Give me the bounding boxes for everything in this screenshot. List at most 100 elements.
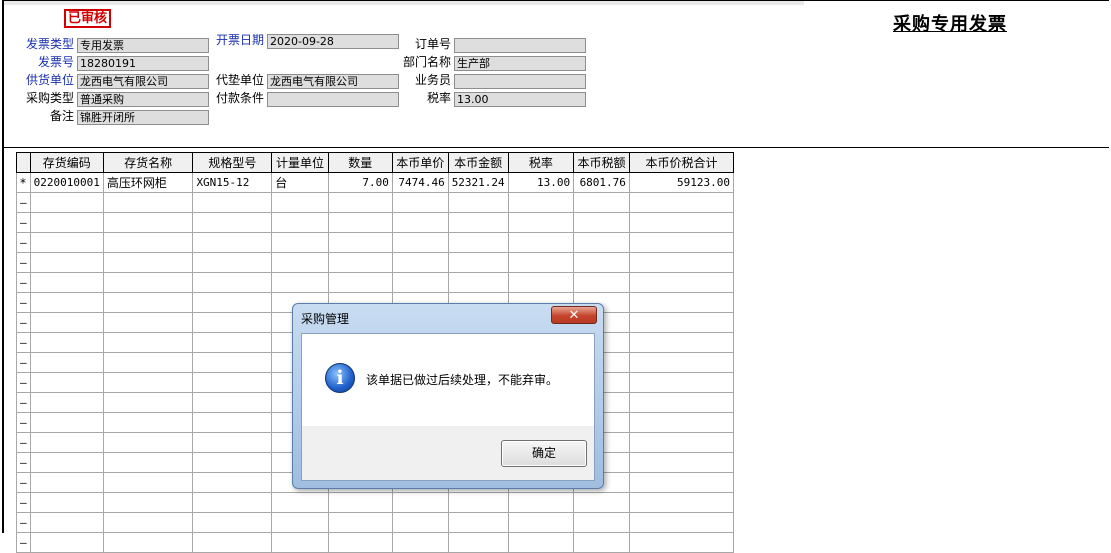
- empty-cell[interactable]: [102, 212, 194, 233]
- empty-cell[interactable]: [192, 412, 273, 433]
- empty-cell[interactable]: [507, 212, 575, 233]
- cell-unit[interactable]: 台: [271, 172, 329, 193]
- empty-cell[interactable]: [102, 232, 194, 253]
- empty-cell[interactable]: [192, 452, 273, 473]
- row-selector-cell[interactable]: —: [16, 492, 31, 513]
- empty-cell[interactable]: [447, 532, 509, 553]
- empty-cell[interactable]: [391, 492, 449, 513]
- empty-cell[interactable]: [192, 492, 273, 513]
- empty-cell[interactable]: [102, 352, 194, 373]
- empty-cell[interactable]: [507, 232, 575, 253]
- empty-cell[interactable]: [447, 212, 509, 233]
- row-selector-cell[interactable]: —: [16, 212, 31, 233]
- empty-cell[interactable]: [102, 532, 194, 553]
- empty-cell[interactable]: [327, 492, 393, 513]
- empty-cell[interactable]: [29, 512, 104, 533]
- grid-header-col[interactable]: 本币金额: [447, 152, 509, 173]
- empty-cell[interactable]: [29, 352, 104, 373]
- empty-cell[interactable]: [507, 492, 575, 513]
- empty-cell[interactable]: [29, 452, 104, 473]
- empty-cell[interactable]: [29, 372, 104, 393]
- empty-cell[interactable]: [102, 472, 194, 493]
- empty-cell[interactable]: [29, 412, 104, 433]
- grid-header-col[interactable]: 本币单价: [391, 152, 449, 173]
- grid-header-col[interactable]: 规格型号: [192, 152, 273, 173]
- empty-cell[interactable]: [102, 452, 194, 473]
- empty-cell[interactable]: [29, 472, 104, 493]
- row-selector-cell[interactable]: —: [16, 272, 31, 293]
- empty-cell[interactable]: [29, 252, 104, 273]
- empty-cell[interactable]: [192, 432, 273, 453]
- empty-cell[interactable]: [192, 212, 273, 233]
- empty-cell[interactable]: [573, 192, 630, 213]
- empty-cell[interactable]: [628, 292, 735, 313]
- grid-header-col[interactable]: 存货编码: [29, 152, 104, 173]
- empty-cell[interactable]: [102, 412, 194, 433]
- empty-cell[interactable]: [29, 492, 104, 513]
- empty-cell[interactable]: [628, 532, 735, 553]
- row-selector-cell[interactable]: —: [16, 312, 31, 333]
- row-selector-cell[interactable]: —: [16, 252, 31, 273]
- remark-field[interactable]: 锦胜开闭所: [77, 110, 209, 125]
- empty-cell[interactable]: [102, 312, 194, 333]
- ok-button[interactable]: 确定: [501, 440, 587, 467]
- empty-cell[interactable]: [391, 212, 449, 233]
- empty-cell[interactable]: [192, 312, 273, 333]
- empty-cell[interactable]: [271, 272, 329, 293]
- empty-cell[interactable]: [102, 372, 194, 393]
- row-selector-cell[interactable]: —: [16, 392, 31, 413]
- empty-cell[interactable]: [507, 532, 575, 553]
- row-selector-cell[interactable]: —: [16, 532, 31, 553]
- empty-cell[interactable]: [447, 232, 509, 253]
- purchase-type-field[interactable]: 普通采购: [77, 92, 209, 107]
- empty-cell[interactable]: [102, 512, 194, 533]
- order-no-field[interactable]: [454, 38, 586, 53]
- empty-cell[interactable]: [628, 472, 735, 493]
- advance-unit-field[interactable]: 龙西电气有限公司: [267, 74, 399, 89]
- empty-cell[interactable]: [192, 232, 273, 253]
- empty-cell[interactable]: [391, 512, 449, 533]
- empty-cell[interactable]: [29, 432, 104, 453]
- empty-cell[interactable]: [327, 512, 393, 533]
- row-selector-cell[interactable]: —: [16, 472, 31, 493]
- empty-cell[interactable]: [573, 212, 630, 233]
- empty-cell[interactable]: [192, 512, 273, 533]
- department-field[interactable]: 生产部: [454, 56, 586, 71]
- row-selector-cell[interactable]: —: [16, 332, 31, 353]
- tax-rate-field[interactable]: 13.00: [454, 92, 586, 107]
- empty-table-row[interactable]: —: [16, 212, 735, 233]
- empty-table-row[interactable]: —: [16, 232, 735, 253]
- empty-cell[interactable]: [192, 392, 273, 413]
- empty-cell[interactable]: [271, 232, 329, 253]
- empty-cell[interactable]: [391, 272, 449, 293]
- empty-cell[interactable]: [628, 372, 735, 393]
- empty-cell[interactable]: [192, 292, 273, 313]
- empty-cell[interactable]: [29, 232, 104, 253]
- empty-cell[interactable]: [192, 332, 273, 353]
- empty-cell[interactable]: [29, 192, 104, 213]
- empty-cell[interactable]: [29, 332, 104, 353]
- empty-cell[interactable]: [628, 512, 735, 533]
- empty-cell[interactable]: [271, 532, 329, 553]
- empty-cell[interactable]: [507, 512, 575, 533]
- empty-cell[interactable]: [573, 532, 630, 553]
- row-selector-cell[interactable]: —: [16, 232, 31, 253]
- grid-header-col[interactable]: 税率: [507, 152, 575, 173]
- empty-cell[interactable]: [447, 512, 509, 533]
- empty-table-row[interactable]: —: [16, 252, 735, 273]
- empty-cell[interactable]: [102, 392, 194, 413]
- row-selector-cell[interactable]: —: [16, 292, 31, 313]
- payment-terms-field[interactable]: [267, 92, 399, 107]
- empty-cell[interactable]: [628, 192, 735, 213]
- cell-amount[interactable]: 52321.24: [447, 172, 509, 193]
- empty-cell[interactable]: [327, 252, 393, 273]
- empty-cell[interactable]: [102, 272, 194, 293]
- empty-cell[interactable]: [573, 232, 630, 253]
- table-row[interactable]: * 0220010001 高压环网柜 XGN15-12 台 7.00 7474.…: [16, 172, 735, 193]
- empty-cell[interactable]: [102, 432, 194, 453]
- empty-cell[interactable]: [628, 252, 735, 273]
- cell-tax-amount[interactable]: 6801.76: [573, 172, 630, 193]
- empty-cell[interactable]: [29, 392, 104, 413]
- empty-cell[interactable]: [327, 232, 393, 253]
- row-selector-cell[interactable]: —: [16, 412, 31, 433]
